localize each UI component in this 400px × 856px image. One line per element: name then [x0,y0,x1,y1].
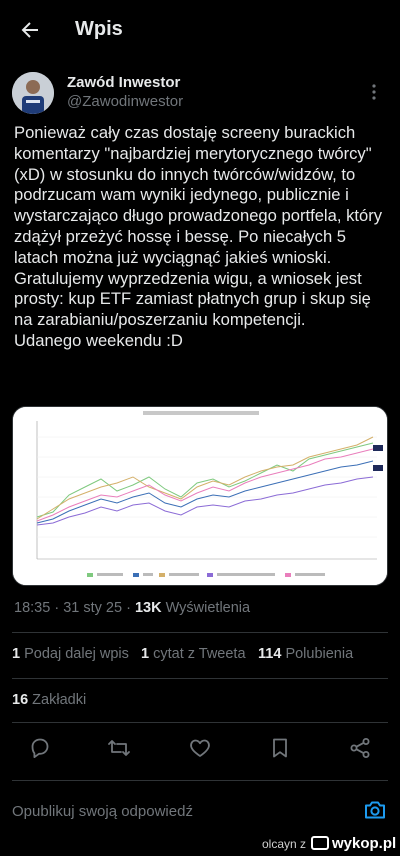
bookmarks-stat[interactable]: 16 Zakładki [12,692,86,708]
likes-count: 114 [258,646,282,662]
top-bar: Wpis [0,0,400,60]
tweet-meta: 18:35 · 31 sty 25 · 13K Wyświetlenia [14,600,250,616]
camera-icon[interactable] [362,797,388,823]
watermark-user: olcayn z [262,837,307,851]
reposts-label: Podaj dalej wpis [24,646,129,662]
quotes-stat[interactable]: 1 cytat z Tweeta [141,646,246,662]
share-icon[interactable] [348,736,372,760]
watermark-bar: olcayn z wykop.pl [0,833,400,856]
author-handle[interactable]: @Zawodinwestor [67,93,183,110]
views-count: 13K [134,600,162,616]
quotes-label: cytat z Tweeta [153,646,246,662]
likes-stat[interactable]: 114 Polubienia [258,646,353,662]
avatar[interactable] [12,72,54,114]
back-arrow-icon[interactable] [18,18,42,42]
author-name[interactable]: Zawód Inwestor [67,74,180,91]
meta-separator: · [54,600,60,616]
tweet-time[interactable]: 18:35 [14,600,50,616]
reposts-stat[interactable]: 1 Podaj dalej wpis [12,646,129,662]
tweet-image[interactable] [12,406,388,586]
tweet-text: Ponieważ cały czas dostaję screeny burac… [14,123,383,350]
divider [12,780,388,781]
views-label: Wyświetlenia [165,600,251,616]
reposts-count: 1 [12,646,21,662]
wykop-logo: wykop.pl [311,835,396,852]
repost-icon[interactable] [107,736,131,760]
page-title: Wpis [75,18,123,40]
tweet-author: Zawód Inwestor @Zawodinwestor [12,70,388,116]
bookmark-icon[interactable] [268,736,292,760]
reply-input[interactable]: Opublikuj swoją odpowiedź [12,803,193,820]
comment-icon[interactable] [28,736,52,760]
reply-composer[interactable]: Opublikuj swoją odpowiedź [12,797,388,827]
tweet-actions [0,736,400,766]
heart-icon[interactable] [188,736,212,760]
divider [12,722,388,723]
meta-separator: · [126,600,131,616]
likes-label: Polubienia [285,646,354,662]
wykop-logo-icon [311,836,329,850]
quotes-count: 1 [141,646,150,662]
divider [12,632,388,633]
bookmarks-count: 16 [12,692,29,708]
more-vertical-icon[interactable] [364,82,384,102]
tweet-date[interactable]: 31 sty 25 [63,600,122,616]
portfolio-chart-image [13,407,387,585]
bookmarks-label: Zakładki [32,692,87,708]
divider [12,678,388,679]
